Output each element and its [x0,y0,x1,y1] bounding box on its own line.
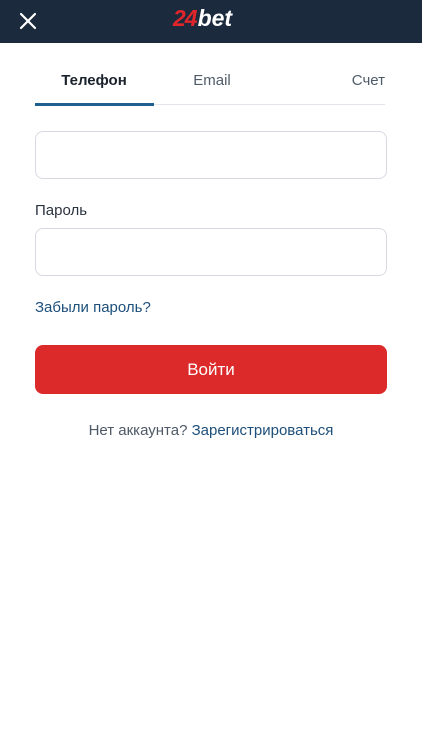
register-row: Нет аккаунта? Зарегистрироваться [0,422,422,439]
close-button[interactable] [14,7,42,35]
phone-input[interactable] [35,131,387,179]
register-link[interactable]: Зарегистрироваться [192,422,334,439]
login-method-tabs: Телефон Email Счет [35,66,385,106]
logo-number: 24 [173,5,198,31]
no-account-text: Нет аккаунта? [88,422,188,439]
brand-logo: 24 bet [173,5,232,35]
logo-word: bet [197,5,233,31]
top-bar: 24 bet [0,0,422,43]
close-icon [19,12,37,30]
login-button[interactable]: Войти [35,345,387,394]
forgot-password-link[interactable]: Забыли пароль? [35,299,151,316]
tab-email[interactable]: Email [153,66,271,104]
tab-account[interactable]: Счет [271,66,385,104]
password-label: Пароль [35,202,88,219]
tab-phone[interactable]: Телефон [35,66,154,106]
password-input[interactable] [35,228,387,276]
